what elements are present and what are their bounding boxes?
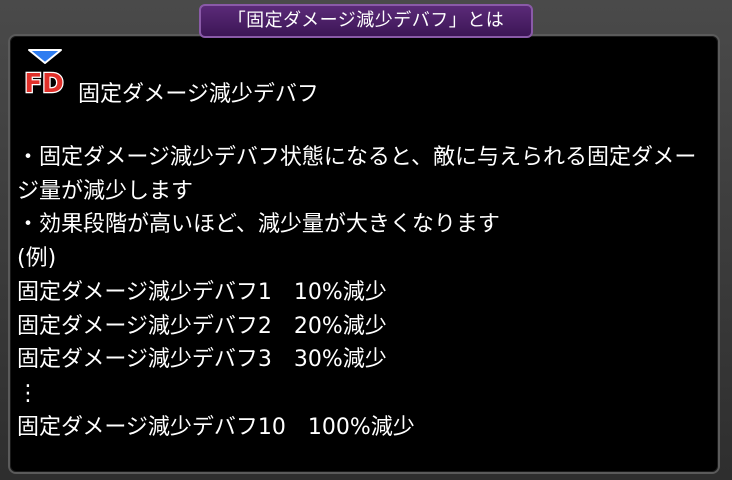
dialog-title: 「固定ダメージ減少デバフ」とは xyxy=(199,4,533,38)
debuff-heading: 固定ダメージ減少デバフ xyxy=(78,82,319,107)
ellipsis: ⋮ xyxy=(17,380,39,406)
example-label: (例) xyxy=(17,246,57,272)
description-line: ・効果段階が高いほど、減少量が大きくなります xyxy=(17,212,500,238)
example-row: 固定ダメージ減少デバフ10 100%減少 xyxy=(17,414,415,440)
example-row: 固定ダメージ減少デバフ2 20%減少 xyxy=(17,313,387,339)
description-line: ・固定ダメージ減少デバフ状態になると、敵に与えられる固定ダメージ量が減少します xyxy=(17,145,697,204)
description-body: ・固定ダメージ減少デバフ状態になると、敵に与えられる固定ダメージ量が減少します … xyxy=(17,141,707,444)
example-row: 固定ダメージ減少デバフ3 30%減少 xyxy=(17,347,387,373)
debuff-icon-label: FD xyxy=(24,69,63,99)
example-row: 固定ダメージ減少デバフ1 10%減少 xyxy=(17,279,387,305)
fixed-damage-down-debuff-icon: FD xyxy=(20,46,70,102)
